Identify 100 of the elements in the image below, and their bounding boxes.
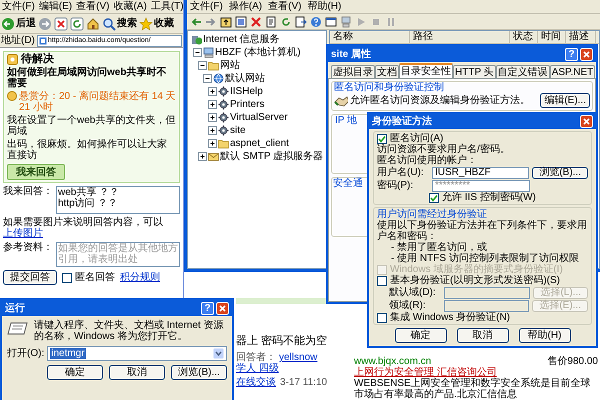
menu-item[interactable]: 操作(A): [228, 1, 262, 12]
rules-link[interactable]: 积分规则: [120, 272, 160, 283]
menu-item[interactable]: 文件(F): [190, 1, 223, 12]
chat-link[interactable]: 在线交谈: [236, 377, 276, 388]
column-header[interactable]: 时间: [538, 31, 566, 43]
expand-icon[interactable]: [208, 126, 217, 135]
tab[interactable]: HTTP 头: [453, 65, 496, 78]
password-field[interactable]: *********: [432, 180, 530, 192]
dialog-button[interactable]: 浏览(B)...: [171, 365, 227, 380]
tree-item[interactable]: 默认 SMTP 虚拟服务器: [220, 151, 324, 162]
check-icon: [430, 194, 438, 202]
column-header[interactable]: 状态: [510, 31, 538, 43]
checkbox-label: 匿名访问(A): [390, 133, 444, 144]
menu-item[interactable]: 查看(V): [268, 1, 302, 12]
favorites-button[interactable]: 收藏: [139, 16, 174, 30]
help-icon[interactable]: [310, 16, 322, 28]
answer-time: 3-17 11:10: [280, 377, 328, 388]
gear-icon: [218, 112, 229, 123]
upload-link[interactable]: 上传图片: [3, 228, 43, 239]
open-field[interactable]: inetmgr: [47, 346, 227, 361]
folder-up-icon[interactable]: [220, 16, 232, 28]
tab[interactable]: 文档: [375, 65, 399, 78]
export-icon[interactable]: [295, 16, 307, 28]
answerer-label: 回答者：: [236, 352, 276, 363]
submit-button[interactable]: 提交回答: [3, 270, 57, 285]
expand-icon[interactable]: [208, 113, 217, 122]
tree-item[interactable]: Internet 信息服务: [203, 34, 280, 45]
collapse-icon[interactable]: [193, 48, 202, 57]
menu-item[interactable]: 文件(F): [1, 1, 36, 12]
dialog-button[interactable]: 帮助(H): [518, 328, 570, 343]
checkbox[interactable]: [62, 272, 72, 282]
close-button[interactable]: [216, 302, 229, 314]
ad-title-link[interactable]: 上网行为安全管理 汇信咨询公司: [354, 367, 598, 378]
question-icon: [7, 54, 18, 65]
question-title: 如何做到在局域网访问web共享时不需要: [7, 67, 168, 89]
expand-icon[interactable]: [208, 87, 217, 96]
dialog-button[interactable]: 确定: [47, 365, 103, 380]
refresh-icon[interactable]: [70, 16, 84, 30]
tree-item[interactable]: VirtualServer: [230, 112, 288, 123]
tab[interactable]: 目录安全性: [399, 63, 453, 78]
address-label: 地址(D): [1, 35, 35, 46]
tab[interactable]: 虚拟目录: [331, 65, 375, 78]
prompt-text: 请键入程序、文件夹、文档或 Internet 资源的名称，Windows 将为您打开它。: [34, 320, 224, 342]
expand-icon[interactable]: [198, 152, 207, 161]
window-icon[interactable]: [325, 16, 337, 28]
dialog-button[interactable]: 确定: [394, 328, 446, 343]
menu-item[interactable]: 收藏(A): [112, 1, 148, 12]
search-button[interactable]: 搜索: [102, 16, 137, 30]
dialog-button[interactable]: 取消: [109, 365, 165, 380]
gear-icon: [218, 99, 229, 110]
check-icon: [378, 134, 386, 142]
panel-icon[interactable]: [235, 16, 247, 28]
rank-link[interactable]: 学人 四级: [236, 363, 279, 374]
properties-icon[interactable]: [265, 16, 277, 28]
column-header[interactable]: 描述: [566, 31, 596, 43]
username-field[interactable]: IUSR_HBZF: [432, 166, 530, 178]
edit-button[interactable]: 编辑(E)...: [540, 93, 590, 108]
answerer-link[interactable]: yellsnow: [279, 352, 318, 363]
column-header[interactable]: 名称: [330, 31, 410, 43]
close-button[interactable]: [580, 115, 593, 128]
tab[interactable]: 自定义错误: [496, 65, 550, 78]
tree-item[interactable]: IISHelp: [230, 86, 263, 97]
menu-item[interactable]: 工具(T): [150, 1, 185, 12]
tree-item[interactable]: aspnet_client: [230, 138, 289, 149]
menu-item[interactable]: 编辑(E): [38, 1, 74, 12]
expand-icon[interactable]: [208, 139, 217, 148]
tree-item[interactable]: site: [230, 125, 246, 136]
checkbox[interactable]: [377, 312, 387, 322]
back-button[interactable]: 后退: [1, 16, 36, 30]
tree-item[interactable]: 网站: [220, 60, 240, 71]
forward-icon[interactable]: [38, 16, 52, 30]
checkbox[interactable]: [377, 134, 387, 144]
checkbox[interactable]: [377, 276, 387, 286]
help-button[interactable]: ?: [565, 48, 578, 60]
menu-item[interactable]: 查看(V): [75, 1, 110, 12]
refresh-icon[interactable]: [280, 16, 292, 28]
checkbox[interactable]: [429, 192, 439, 202]
answer-button[interactable]: 我来回答: [7, 164, 65, 180]
menu-item[interactable]: 帮助(H): [307, 1, 342, 12]
tree-item[interactable]: 默认网站: [225, 73, 265, 84]
collapse-icon[interactable]: [198, 61, 207, 70]
run-icon: [7, 320, 29, 336]
field-label: 密码(P):: [377, 180, 414, 191]
collapse-icon[interactable]: [203, 74, 212, 83]
tab[interactable]: ASP.NET: [550, 65, 596, 78]
globe-icon: [213, 73, 224, 84]
tree-item[interactable]: Printers: [230, 99, 264, 110]
tree-item[interactable]: HBZF (本地计算机): [215, 47, 301, 58]
delete-icon[interactable]: [250, 16, 262, 28]
help-button[interactable]: ?: [201, 302, 214, 314]
dialog-button[interactable]: 取消: [456, 328, 508, 343]
computer-icon: [203, 47, 214, 58]
column-header[interactable]: 路径: [410, 31, 510, 43]
browse-button[interactable]: 浏览(B)...: [532, 166, 588, 178]
reward-text: 悬赏分：20 - 离问题结束还有 14 天 21 小时: [19, 91, 176, 113]
home-icon[interactable]: [86, 16, 100, 30]
stop-icon[interactable]: [54, 16, 68, 30]
back-icon[interactable]: [190, 16, 202, 28]
expand-icon[interactable]: [208, 100, 217, 109]
close-button[interactable]: [580, 48, 593, 60]
